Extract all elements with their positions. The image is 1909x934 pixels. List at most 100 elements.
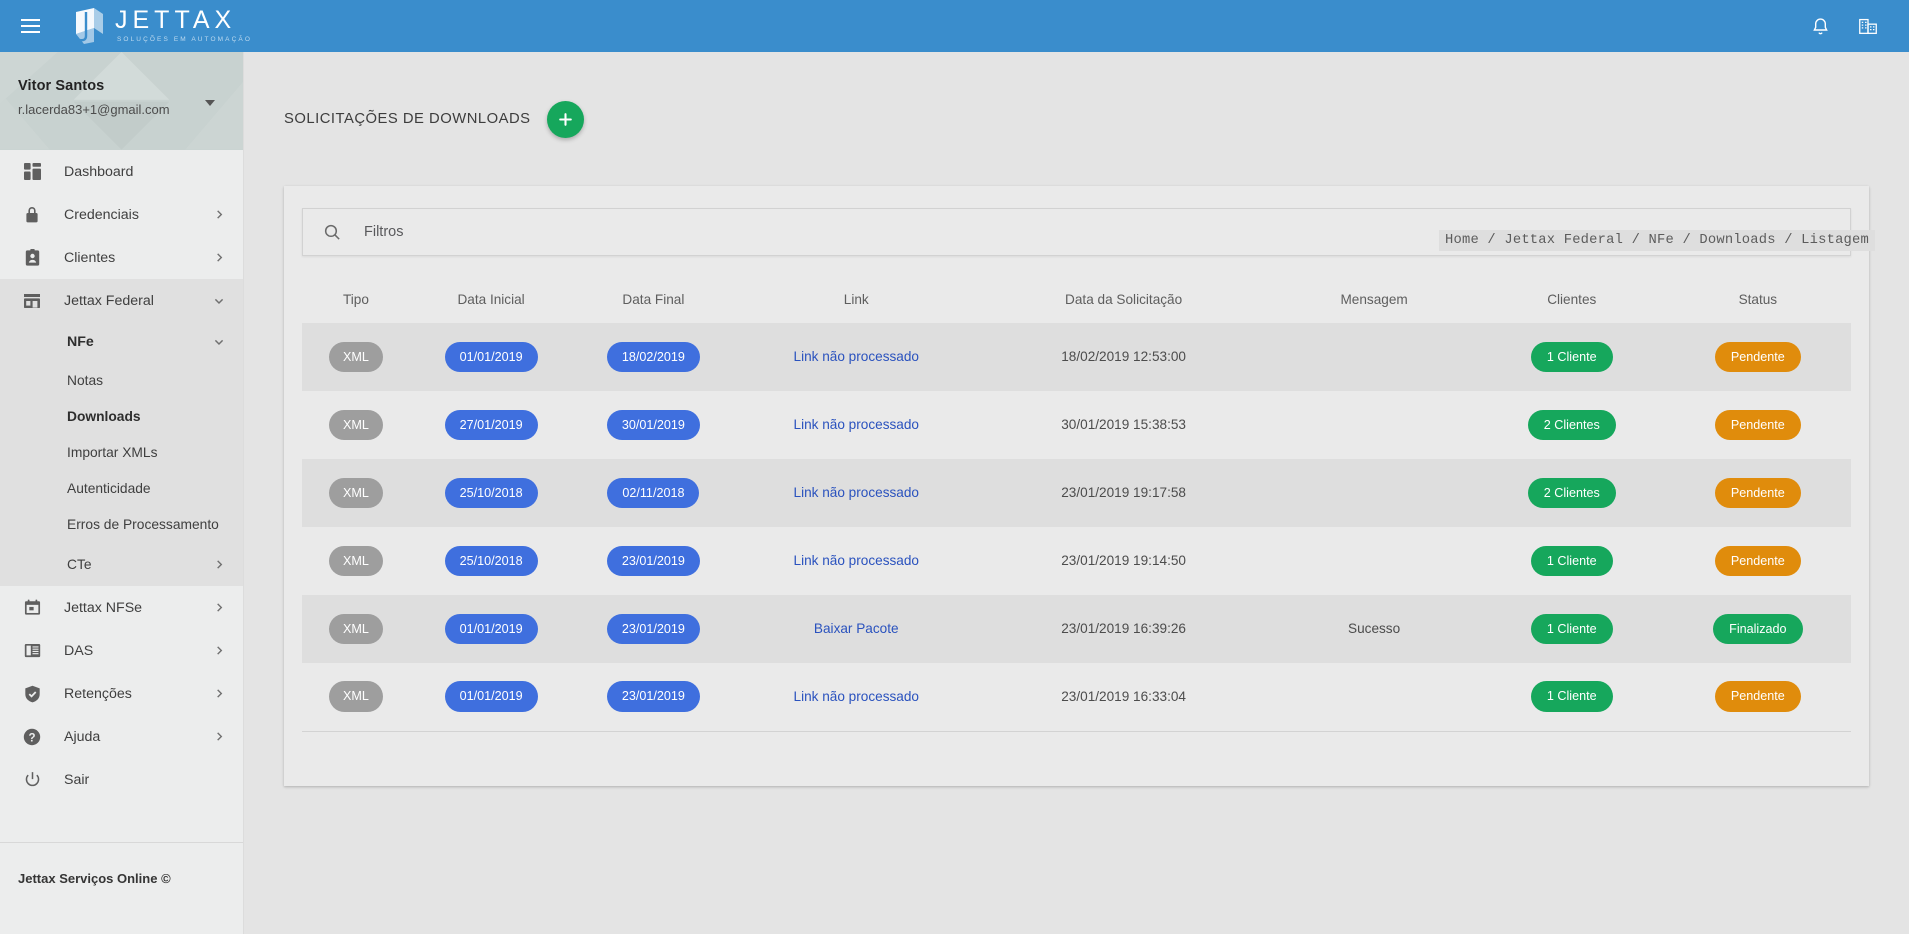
status-badge: Pendente (1714, 681, 1801, 713)
cell-mensagem (1269, 663, 1479, 732)
download-link[interactable]: Link não processado (794, 485, 919, 500)
cell-link[interactable]: Baixar Pacote (735, 595, 978, 663)
download-link[interactable]: Link não processado (794, 553, 919, 568)
tipo-badge: XML (329, 681, 383, 713)
column-header-data-solicitacao: Data da Solicitação (1065, 292, 1183, 307)
breadcrumb[interactable]: Home / Jettax Federal / NFe / Downloads … (1439, 230, 1875, 251)
status-badge: Finalizado (1713, 613, 1803, 645)
table-row[interactable]: XML 01/01/2019 23/01/2019 Link não processa… (302, 663, 1851, 732)
cell-data-inicial: 25/10/2018 (410, 459, 572, 527)
table-row[interactable]: XML 01/01/2019 23/01/2019 Baixar Pacote 23/0… (302, 595, 1851, 663)
sidebar-item-label: Sair (64, 771, 90, 788)
tipo-badge: XML (329, 341, 383, 373)
cell-mensagem (1269, 391, 1479, 459)
sidebar-item-sair[interactable]: Sair (0, 758, 243, 801)
data-final-badge: 23/01/2019 (606, 545, 700, 577)
clientes-badge[interactable]: 1 Cliente (1530, 681, 1613, 713)
data-solicitacao-text: 23/01/2019 16:33:04 (1061, 688, 1186, 704)
clientes-badge[interactable]: 1 Cliente (1530, 545, 1613, 577)
download-link[interactable]: Link não processado (794, 349, 919, 364)
clientes-badge[interactable]: 1 Cliente (1530, 341, 1613, 373)
sidebar-item-downloads[interactable]: Downloads (0, 398, 243, 434)
user-name: Vitor Santos (18, 78, 105, 94)
cell-link[interactable]: Link não processado (734, 663, 978, 732)
clientes-badge[interactable]: 2 Clientes (1527, 409, 1616, 441)
cell-data-solicitacao: 30/01/2019 15:38:53 (978, 391, 1269, 459)
download-link[interactable]: Baixar Pacote (814, 621, 899, 636)
status-badge: Pendente (1714, 477, 1801, 509)
sidebar-item-label: DAS (64, 642, 94, 659)
sidebar-item-clientes[interactable]: Clientes (0, 236, 243, 279)
sidebar-item-label: Clientes (64, 249, 116, 266)
column-header-status: Status (1738, 292, 1778, 307)
tipo-badge: XML (329, 409, 383, 441)
cell-status: Pendente (1664, 663, 1851, 732)
cell-link[interactable]: Link não processado (735, 527, 978, 595)
sidebar-item-label: Notas (67, 372, 104, 388)
chevron-right-icon (214, 559, 225, 570)
data-inicial-badge: 25/10/2018 (444, 545, 538, 577)
status-badge: Pendente (1714, 545, 1801, 577)
dashboard-icon (20, 160, 44, 184)
clientes-badge[interactable]: 2 Clientes (1527, 477, 1616, 509)
cell-link[interactable]: Link não processado (735, 391, 978, 459)
sidebar-item-cte[interactable]: CTe (0, 542, 243, 586)
sidebar-item-retencoes[interactable]: Retenções (0, 672, 243, 715)
sidebar-item-nfe[interactable]: NFe (0, 322, 243, 362)
add-download-button[interactable] (546, 100, 584, 138)
sidebar-item-dashboard[interactable]: Dashboard (0, 150, 243, 193)
content-card: Filtros Tipo Data Inicial Data Final Lin… (284, 186, 1869, 786)
clientes-badge[interactable]: 1 Cliente (1530, 613, 1613, 645)
cell-link[interactable]: Link não processado (735, 323, 978, 391)
sidebar-item-importar-xmls[interactable]: Importar XMLs (0, 434, 243, 470)
filter-input[interactable]: Filtros (364, 224, 403, 240)
contact-card-icon (20, 246, 44, 270)
chevron-down-icon (213, 295, 225, 307)
cell-mensagem: Sucesso (1269, 595, 1479, 663)
chevron-down-icon (213, 336, 225, 348)
cell-tipo: XML (302, 527, 410, 595)
sidebar-item-das[interactable]: DAS (0, 629, 243, 672)
cell-mensagem (1269, 323, 1479, 391)
data-final-badge: 23/01/2019 (606, 613, 700, 645)
cell-link[interactable]: Link não processado (735, 459, 978, 527)
cell-mensagem (1269, 459, 1479, 527)
bell-icon[interactable] (1805, 11, 1835, 41)
cell-data-solicitacao: 23/01/2019 19:14:50 (978, 527, 1269, 595)
tipo-badge: XML (329, 613, 383, 645)
data-inicial-badge: 25/10/2018 (444, 477, 538, 509)
sidebar: Vitor Santos r.lacerda83+1@gmail.com Das… (0, 52, 244, 934)
building-icon[interactable] (1853, 11, 1883, 41)
brand-logo[interactable]: JETTAX SOLUÇÕES EM AUTOMAÇÃO (72, 6, 252, 46)
search-icon (323, 223, 342, 242)
column-header-data-final: Data Final (622, 292, 685, 307)
hamburger-icon[interactable] (4, 0, 56, 52)
chevron-down-icon[interactable] (205, 100, 215, 106)
cell-tipo: XML (302, 595, 410, 663)
svg-text:?: ? (28, 732, 35, 744)
jettax-logo-icon (72, 6, 106, 46)
chevron-right-icon (214, 252, 225, 263)
sidebar-item-ajuda[interactable]: ? Ajuda (0, 715, 243, 758)
data-final-badge: 23/01/2019 (606, 681, 700, 713)
sidebar-item-notas[interactable]: Notas (0, 362, 243, 398)
user-account-block[interactable]: Vitor Santos r.lacerda83+1@gmail.com (0, 52, 243, 150)
column-header-mensagem: Mensagem (1340, 292, 1408, 307)
download-link[interactable]: Link não processado (794, 689, 919, 704)
sidebar-item-erros-de-processamento[interactable]: Erros de Processamento (0, 506, 243, 542)
table-body: XML 01/01/2019 18/02/2019 Link não processa… (302, 323, 1851, 732)
download-link[interactable]: Link não processado (794, 417, 919, 432)
table-row[interactable]: XML 01/01/2019 18/02/2019 Link não processa… (302, 323, 1851, 391)
sidebar-item-jettax-nfse[interactable]: Jettax NFSe (0, 586, 243, 629)
sidebar-item-autenticidade[interactable]: Autenticidade (0, 470, 243, 506)
user-email: r.lacerda83+1@gmail.com (18, 102, 170, 117)
table-row[interactable]: XML 25/10/2018 23/01/2019 Link não processa… (302, 527, 1851, 595)
sidebar-group-jettax-federal: Jettax Federal NFe Notas Downloads Impor… (0, 279, 243, 586)
topbar-actions (1805, 11, 1909, 41)
table-row[interactable]: XML 27/01/2019 30/01/2019 Link não processa… (302, 391, 1851, 459)
sidebar-item-jettax-federal[interactable]: Jettax Federal (0, 279, 243, 322)
table-row[interactable]: XML 25/10/2018 02/11/2018 Link não processa… (302, 459, 1851, 527)
sidebar-item-credenciais[interactable]: Credenciais (0, 193, 243, 236)
cell-data-inicial: 01/01/2019 (409, 663, 573, 732)
cell-clientes: 2 Clientes (1479, 391, 1665, 459)
